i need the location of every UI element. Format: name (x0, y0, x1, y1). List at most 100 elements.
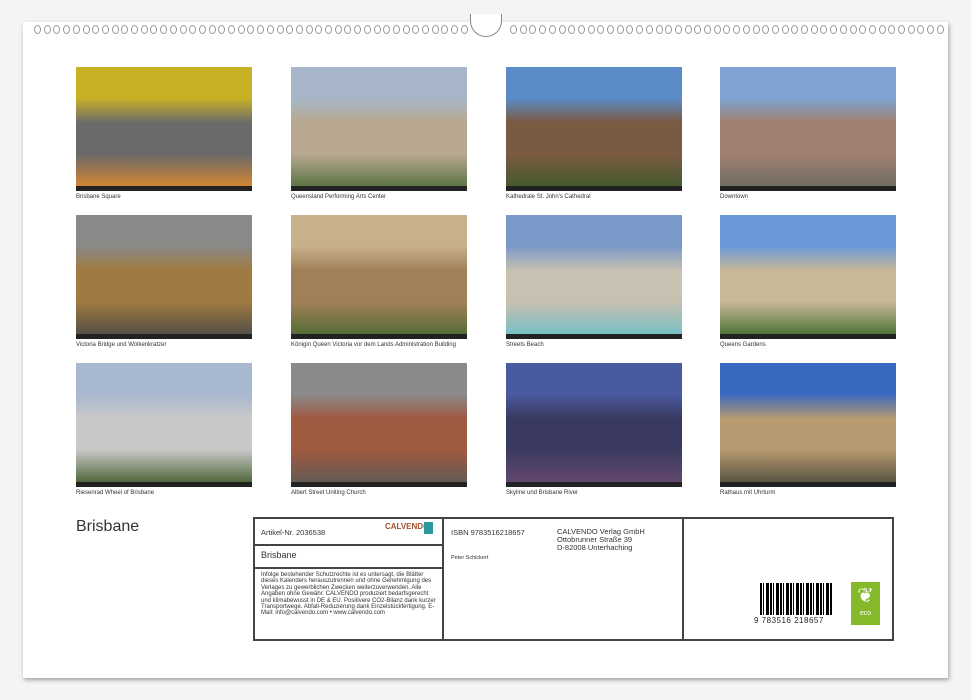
ring-hole (218, 25, 225, 34)
ring-hole (228, 25, 235, 34)
ring-hole (539, 25, 546, 34)
calendar-name: Brisbane (261, 550, 297, 560)
publisher-city: D-82008 Unterhaching (557, 543, 632, 552)
photo-credit-strip (291, 334, 467, 339)
photo (720, 67, 896, 191)
photo (76, 363, 252, 487)
ring-hole (315, 25, 322, 34)
ring-hole (908, 25, 915, 34)
photo-caption: Queens Gardens (720, 342, 900, 348)
ring-hole (820, 25, 827, 34)
leaf-icon: ❦ (851, 582, 880, 610)
ring-hole (520, 25, 527, 34)
ring-hole (53, 25, 60, 34)
photo-caption: Königin Queen Victoria vor dem Lands Adm… (291, 342, 471, 348)
ring-hole (441, 25, 448, 34)
ring-hole (112, 25, 119, 34)
ring-hole (704, 25, 711, 34)
ring-hole (296, 25, 303, 34)
ring-hole (510, 25, 517, 34)
ring-hole (354, 25, 361, 34)
ring-hole (403, 25, 410, 34)
ring-hole (83, 25, 90, 34)
ring-hole (422, 25, 429, 34)
ring-hole (412, 25, 419, 34)
ring-hole (170, 25, 177, 34)
photo (291, 363, 467, 487)
ring-hole (723, 25, 730, 34)
ring-hole (549, 25, 556, 34)
photo-caption: Skyline und Brisbane River (506, 490, 686, 496)
ring-hole (917, 25, 924, 34)
photo-credit-strip (720, 186, 896, 191)
ring-hole (432, 25, 439, 34)
ring-hole (247, 25, 254, 34)
photo-credit-strip (76, 186, 252, 191)
ring-hole (267, 25, 274, 34)
ring-hole (646, 25, 653, 34)
ring-hole (559, 25, 566, 34)
photo (76, 215, 252, 339)
ring-hole (811, 25, 818, 34)
ring-hole (121, 25, 128, 34)
ring-hole (733, 25, 740, 34)
photo-caption: Riesenrad Wheel of Brisbane (76, 490, 256, 496)
photo-caption: Brisbane Square (76, 194, 256, 200)
author: Peter Schickert (451, 555, 488, 561)
ring-hole (209, 25, 216, 34)
calvendo-logo: CALVENDO (385, 522, 429, 531)
photo (506, 363, 682, 487)
ring-hole (743, 25, 750, 34)
ring-hole (656, 25, 663, 34)
photo-credit-strip (506, 482, 682, 487)
photo (720, 215, 896, 339)
photo (291, 67, 467, 191)
photo (76, 67, 252, 191)
ring-hole (180, 25, 187, 34)
ring-hole (63, 25, 70, 34)
ring-hole (937, 25, 944, 34)
ring-hole (131, 25, 138, 34)
ring-hole (199, 25, 206, 34)
ring-hole (160, 25, 167, 34)
ring-hole (141, 25, 148, 34)
ring-hole (762, 25, 769, 34)
ring-hole (374, 25, 381, 34)
photo (720, 363, 896, 487)
ring-hole (588, 25, 595, 34)
ring-hole (753, 25, 760, 34)
photo-credit-strip (720, 334, 896, 339)
ring-hole (801, 25, 808, 34)
ring-hole (306, 25, 313, 34)
ring-hole (879, 25, 886, 34)
divider (682, 519, 684, 639)
photo-credit-strip (76, 334, 252, 339)
ring-hole (393, 25, 400, 34)
ring-hole (626, 25, 633, 34)
ring-hole (791, 25, 798, 34)
ring-hole (451, 25, 458, 34)
photo-caption: Downtown (720, 194, 900, 200)
divider (255, 544, 444, 546)
photo-caption: Albert Street Uniting Church (291, 490, 471, 496)
ring-hole (73, 25, 80, 34)
isbn: ISBN 9783516218657 (451, 528, 525, 537)
ring-hole (675, 25, 682, 34)
photo-credit-strip (291, 186, 467, 191)
barcode-number: 9 783516 218657 (754, 616, 824, 625)
ring-hole (325, 25, 332, 34)
divider (255, 567, 444, 569)
photo-caption: Queensland Performing Arts Center (291, 194, 471, 200)
eco-label: eco (851, 610, 880, 617)
ring-hole (150, 25, 157, 34)
photo-credit-strip (76, 482, 252, 487)
calendar-title: Brisbane (76, 518, 139, 536)
ring-hole (277, 25, 284, 34)
ring-hole (335, 25, 342, 34)
ring-hole (869, 25, 876, 34)
photo (506, 67, 682, 191)
ring-hole (257, 25, 264, 34)
ring-hole (782, 25, 789, 34)
ring-hole (102, 25, 109, 34)
ring-hole (238, 25, 245, 34)
